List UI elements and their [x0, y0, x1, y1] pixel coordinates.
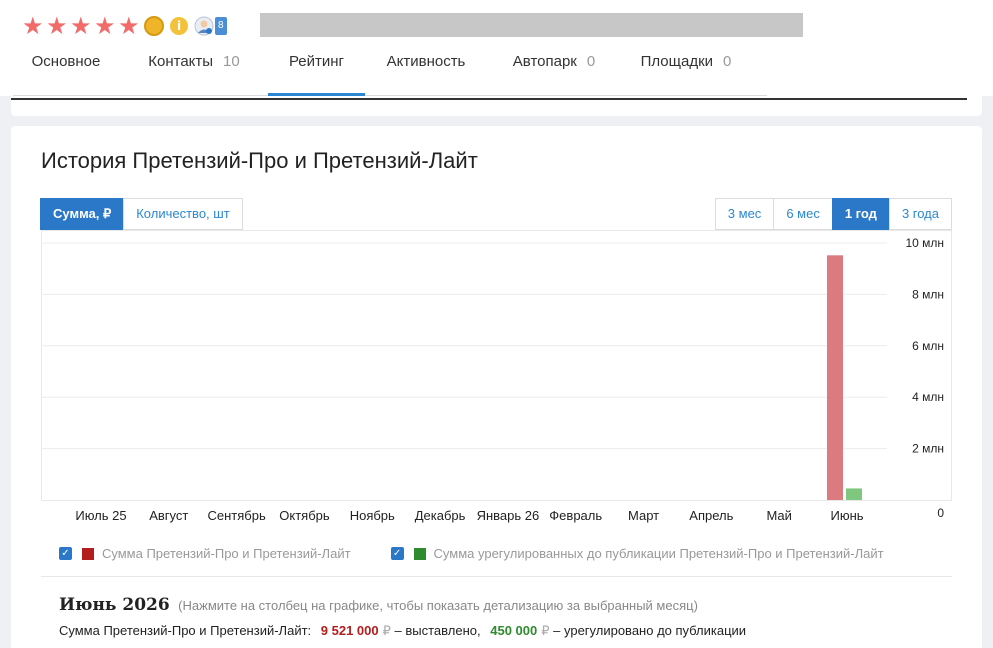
x-tick-label: Июнь — [830, 508, 863, 523]
currency-symbol: ₽ — [382, 623, 391, 638]
verified-user-icon[interactable] — [194, 16, 214, 36]
y-tick-label: 10 млн — [905, 236, 944, 250]
tab-rating[interactable]: Рейтинг — [268, 42, 365, 96]
x-tick-label: Сентябрь — [208, 508, 266, 523]
card-title: История Претензий-Про и Претензий-Лайт — [41, 148, 478, 173]
gold-medal-icon[interactable] — [144, 16, 164, 36]
x-tick-label: Январь 26 — [477, 508, 540, 523]
legend-item-claims[interactable]: ✓ Сумма Претензий-Про и Претензий-Лайт — [59, 546, 351, 561]
star-icon: ★ — [70, 12, 92, 40]
currency-symbol: ₽ — [541, 623, 550, 638]
legend-label: Сумма Претензий-Про и Претензий-Лайт — [102, 546, 351, 561]
y-tick-label: 0 — [937, 506, 944, 520]
claimed-amount: 9 521 000 — [320, 623, 379, 638]
star-icon: ★ — [46, 12, 68, 40]
claims-history-card: История Претензий-Про и Претензий-Лайт С… — [11, 126, 982, 648]
detail-summary: Сумма Претензий-Про и Претензий-Лайт: 9 … — [59, 623, 952, 639]
x-tick-label: Февраль — [549, 508, 602, 523]
month-detail: Июнь 2026 (Нажмите на столбец на графике… — [41, 576, 952, 639]
metric-count-button[interactable]: Количество, шт — [123, 198, 243, 230]
verified-count-badge: 8 — [215, 17, 227, 35]
settled-suffix: – урегулировано до публикации — [553, 623, 747, 638]
tab-contacts[interactable]: Контакты 10 — [119, 42, 269, 96]
metric-toggle: Сумма, ₽ Количество, шт — [40, 198, 243, 230]
period-3m-button[interactable]: 3 мес — [714, 198, 775, 230]
star-icon: ★ — [118, 12, 140, 40]
detail-label: Сумма Претензий-Про и Претензий-Лайт: — [59, 623, 312, 638]
x-tick-label: Март — [628, 508, 659, 523]
divider — [11, 98, 967, 100]
y-tick-label: 4 млн — [912, 390, 944, 404]
period-6m-button[interactable]: 6 мес — [773, 198, 833, 230]
claimed-suffix: – выставлено, — [394, 623, 481, 638]
x-tick-label: Август — [149, 508, 188, 523]
x-tick-label: Июль 25 — [75, 508, 126, 523]
period-3y-button[interactable]: 3 года — [888, 198, 952, 230]
y-tick-label: 6 млн — [912, 339, 944, 353]
x-tick-label: Май — [766, 508, 791, 523]
tab-fleet[interactable]: Автопарк 0 — [487, 42, 621, 96]
star-icon: ★ — [22, 12, 44, 40]
legend-swatch — [413, 547, 426, 560]
bar-settled[interactable] — [846, 488, 862, 500]
detail-month: Июнь 2026 — [59, 595, 170, 615]
period-toggle: 3 мес 6 мес 1 год 3 года — [714, 198, 952, 230]
company-name-redacted — [260, 13, 803, 37]
claims-bar-chart[interactable]: 0 2 млн 4 млн 6 млн 8 млн 10 млн Июль 25 Август… — [41, 230, 952, 530]
tab-count: 10 — [223, 53, 240, 70]
x-tick-label: Апрель — [689, 508, 733, 523]
previous-card — [11, 96, 982, 116]
y-tick-label: 2 млн — [912, 442, 944, 456]
star-icon: ★ — [94, 12, 116, 40]
tab-sites[interactable]: Площадки 0 — [621, 42, 751, 96]
bar-claims[interactable] — [827, 255, 843, 500]
x-tick-label: Октябрь — [279, 508, 330, 523]
detail-hint: (Нажмите на столбец на графике, чтобы по… — [178, 598, 698, 613]
plot-frame — [41, 230, 952, 501]
period-1y-button[interactable]: 1 год — [831, 198, 890, 230]
chart-legend: ✓ Сумма Претензий-Про и Претензий-Лайт ✓… — [59, 546, 924, 561]
tab-count: 0 — [723, 53, 732, 70]
rating-badges: ★ ★ ★ ★ ★ i 8 — [22, 12, 227, 40]
y-tick-label: 8 млн — [912, 287, 944, 301]
x-tick-label: Ноябрь — [350, 508, 395, 523]
settled-amount: 450 000 — [490, 623, 538, 638]
checkbox-checked-icon[interactable]: ✓ — [390, 547, 404, 560]
tab-main[interactable]: Основное — [13, 42, 119, 96]
checkbox-checked-icon[interactable]: ✓ — [59, 547, 72, 560]
legend-label: Сумма урегулированных до публикации Прет… — [433, 546, 884, 561]
legend-item-settled[interactable]: ✓ Сумма урегулированных до публикации Пр… — [390, 546, 884, 561]
profile-tabs: Основное Контакты 10 Рейтинг Активность А… — [13, 42, 767, 96]
company-header: ★ ★ ★ ★ ★ i 8 Основное Контакты 10 Рейтин… — [0, 0, 993, 96]
x-tick-label: Декабрь — [415, 508, 466, 523]
info-badge-icon[interactable]: i — [170, 17, 188, 35]
legend-swatch — [82, 547, 94, 560]
tab-activity[interactable]: Активность — [365, 42, 487, 96]
metric-sum-button[interactable]: Сумма, ₽ — [40, 198, 125, 230]
tab-count: 0 — [586, 53, 596, 70]
